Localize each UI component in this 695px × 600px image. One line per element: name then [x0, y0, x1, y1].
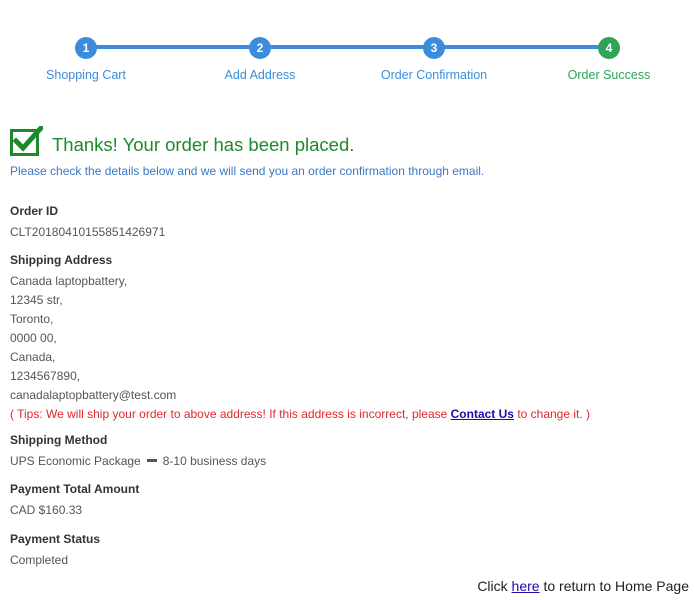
address-email: canadalaptopbattery@test.com: [10, 388, 177, 402]
return-home-footer: Click here to return to Home Page: [477, 578, 689, 594]
footer-prefix: Click: [477, 578, 512, 594]
checkout-progress-stepper: 1 2 3 4 Shopping Cart Add Address Order …: [0, 0, 695, 100]
step-2-circle: 2: [249, 37, 271, 59]
tips-suffix: to change it. ): [513, 407, 591, 421]
step-1-circle: 1: [75, 37, 97, 59]
checkbox-check-icon: [10, 126, 43, 156]
shipping-method-time: 8-10 business days: [162, 454, 267, 468]
payment-total-label: Payment Total Amount: [10, 482, 140, 496]
dash-icon: [146, 459, 157, 463]
success-title: Thanks! Your order has been placed.: [52, 134, 355, 155]
shipping-method-name: UPS Economic Package: [10, 454, 141, 468]
home-page-link[interactable]: here: [512, 578, 540, 594]
tips-prefix: ( Tips: We will ship your order to above…: [10, 407, 451, 421]
payment-total-section: Payment Total Amount CAD $160.33: [10, 482, 139, 520]
address-line: 1234567890,: [10, 369, 81, 383]
order-id-label: Order ID: [10, 204, 59, 218]
progress-track: [86, 45, 609, 49]
step-2-label: Add Address: [224, 68, 296, 82]
order-id-value: CLT20180410155851426971: [10, 225, 166, 239]
order-id-section: Order ID CLT20180410155851426971: [10, 204, 165, 242]
footer-suffix: to return to Home Page: [539, 578, 689, 594]
shipping-method-value: UPS Economic Package 8-10 business days: [10, 452, 266, 471]
payment-status-section: Payment Status Completed: [10, 532, 100, 570]
step-3-label: Order Confirmation: [380, 68, 488, 82]
step-3-circle: 3: [423, 37, 445, 59]
success-header: Thanks! Your order has been placed.: [10, 126, 354, 156]
address-line: Canada laptopbattery,: [10, 274, 128, 288]
payment-status-value: Completed: [10, 553, 69, 567]
address-line: 12345 str,: [10, 293, 63, 307]
address-line: Canada,: [10, 350, 56, 364]
address-line: Toronto,: [10, 312, 54, 326]
address-tips: ( Tips: We will ship your order to above…: [10, 405, 590, 424]
address-line: 0000 00,: [10, 331, 57, 345]
step-4-circle: 4: [598, 37, 620, 59]
payment-total-value: CAD $160.33: [10, 503, 83, 517]
step-4-label: Order Success: [567, 68, 651, 82]
shipping-address-label: Shipping Address: [10, 253, 113, 267]
contact-us-link[interactable]: Contact Us: [451, 407, 514, 421]
step-1-label: Shopping Cart: [46, 68, 126, 82]
payment-status-label: Payment Status: [10, 532, 101, 546]
confirmation-notice: Please check the details below and we wi…: [10, 164, 485, 178]
shipping-method-label: Shipping Method: [10, 433, 108, 447]
shipping-method-section: Shipping Method UPS Economic Package 8-10…: [10, 433, 266, 471]
shipping-address-section: Shipping Address Canada laptopbattery, 1…: [10, 253, 590, 424]
